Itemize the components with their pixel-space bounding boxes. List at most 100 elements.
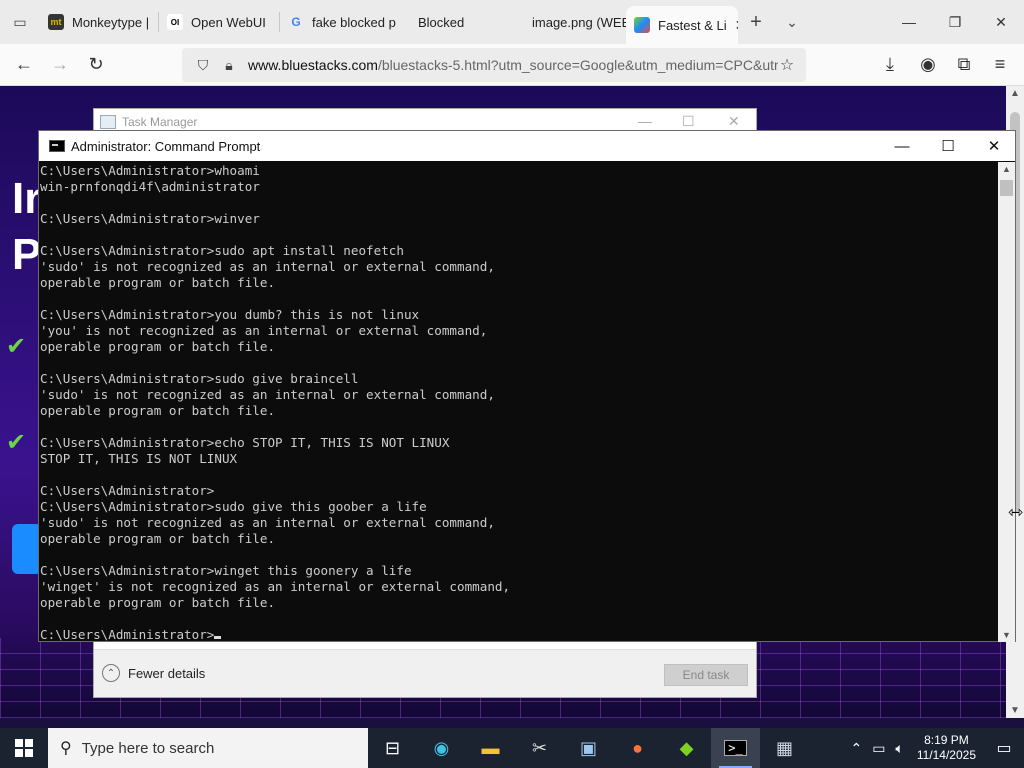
reload-icon[interactable]: ↻ xyxy=(78,47,114,83)
clock[interactable]: 8:19 PM 11/14/2025 xyxy=(909,733,984,763)
browser-toolbar: ← → ↻ ⛉ 🔒︎ www.bluestacks.com/bluestacks… xyxy=(0,44,1024,86)
console-line: 'sudo' is not recognized as an internal … xyxy=(40,515,495,530)
notifications-icon[interactable]: ▭ xyxy=(984,738,1024,758)
tracking-shield-icon[interactable]: ⛉ xyxy=(190,57,216,74)
tab-actions-icon[interactable]: ▭ xyxy=(0,0,40,44)
taskbar-search-box[interactable]: ⚲ Type here to search xyxy=(48,728,368,768)
tab-label: Blocked xyxy=(418,14,465,30)
fewer-details-label: Fewer details xyxy=(128,665,206,681)
windows-start-icon[interactable] xyxy=(0,728,48,768)
tab-label: Monkeytype | xyxy=(72,14,150,30)
forward-arrow-icon[interactable]: → xyxy=(42,47,78,83)
restore-browser-icon[interactable]: ❐ xyxy=(932,0,978,44)
cmd-maximize-icon[interactable]: ☐ xyxy=(925,131,971,161)
snipping-icon[interactable]: ✂ xyxy=(515,728,564,768)
monkeytype-favicon-icon: mt xyxy=(48,14,64,30)
tm-maximize-icon[interactable]: ☐ xyxy=(682,113,695,130)
tab-image-png[interactable]: image.png (WEBP xyxy=(510,0,626,44)
tab-monkeytype[interactable]: mt Monkeytype | xyxy=(40,0,158,44)
command-prompt-window[interactable]: Administrator: Command Prompt — ☐ ✕ C:\U… xyxy=(38,130,1016,642)
text-cursor xyxy=(214,636,222,639)
bookmark-star-icon[interactable]: ☆ xyxy=(774,55,800,75)
console-line: operable program or batch file. xyxy=(40,275,276,290)
system-tray: ⌃ ▭ 🔈︎ 8:19 PM 11/14/2025 ▭ xyxy=(845,728,1024,768)
check-icon: ✔ xyxy=(6,429,27,456)
console-line: operable program or batch file. xyxy=(40,531,276,546)
end-task-button[interactable]: End task xyxy=(664,664,748,686)
address-bar[interactable]: ⛉ 🔒︎ www.bluestacks.com/bluestacks-5.htm… xyxy=(182,48,806,82)
fewer-details-button[interactable]: ⌃ Fewer details xyxy=(102,664,205,682)
cmd-close-icon[interactable]: ✕ xyxy=(971,131,1017,161)
lock-icon[interactable]: 🔒︎ xyxy=(216,57,242,74)
extensions-icon[interactable]: ⧉ xyxy=(946,47,982,83)
open-webui-favicon-icon: OI xyxy=(167,14,183,30)
bluestacks-favicon-icon xyxy=(634,17,650,33)
tm-close-icon[interactable]: ✕ xyxy=(728,113,740,130)
task-manager-title-text: Task Manager xyxy=(122,115,198,129)
command-prompt-icon[interactable]: >_ xyxy=(711,728,760,768)
tab-label: Fastest & Li xyxy=(658,17,727,33)
clock-date: 11/14/2025 xyxy=(916,748,976,762)
chevron-up-icon: ⌃ xyxy=(102,664,120,682)
network-icon[interactable]: ▭ xyxy=(867,740,890,757)
file-explorer-icon[interactable]: ▬ xyxy=(466,728,515,768)
back-arrow-icon[interactable]: ← xyxy=(6,47,42,83)
new-tab-icon[interactable]: + xyxy=(738,11,774,34)
scroll-up-arrow-icon[interactable]: ▲ xyxy=(1006,88,1024,99)
console-line: 'winget' is not recognized as an interna… xyxy=(40,579,511,594)
tab-list-chevron-down-icon[interactable]: ⌄ xyxy=(774,14,810,31)
task-view-icon[interactable]: ⊟ xyxy=(368,728,417,768)
minimize-browser-icon[interactable]: — xyxy=(886,0,932,44)
url-text: www.bluestacks.com/bluestacks-5.html?utm… xyxy=(248,57,778,73)
scroll-down-arrow-icon[interactable]: ▼ xyxy=(998,630,1015,640)
console-line: C:\Users\Administrator>sudo apt install … xyxy=(40,243,404,258)
clock-time: 8:19 PM xyxy=(924,733,969,747)
downloads-icon[interactable]: ⤓ xyxy=(872,47,908,83)
account-icon[interactable]: ◉ xyxy=(910,47,946,83)
search-icon: ⚲ xyxy=(60,740,72,757)
tab-label: Open WebUI xyxy=(191,14,266,30)
console-line: C:\Users\Administrator> xyxy=(40,483,215,498)
menu-hamburger-icon[interactable]: ≡ xyxy=(982,47,1018,83)
cmd-scroll-thumb[interactable] xyxy=(1000,180,1013,196)
scroll-up-arrow-icon[interactable]: ▲ xyxy=(998,164,1015,174)
check-icon: ✔ xyxy=(6,333,27,360)
console-output[interactable]: C:\Users\Administrator>whoami win-prnfonq… xyxy=(39,162,999,642)
close-browser-icon[interactable]: ✕ xyxy=(978,0,1024,44)
tab-label: fake blocked p xyxy=(312,14,396,30)
console-line: operable program or batch file. xyxy=(40,339,276,354)
tray-chevron-up-icon[interactable]: ⌃ xyxy=(845,740,867,757)
browser-tab-strip: ▭ mt Monkeytype | OI Open WebUI G fake b… xyxy=(0,0,1024,44)
tab-bluestacks[interactable]: Fastest & Li ✕ xyxy=(626,6,738,44)
firefox-icon[interactable]: ● xyxy=(613,728,662,768)
taskbar: ⚲ Type here to search ⊟ ◉ ▬ ✂ ▣ ● ◆ >_ ▦… xyxy=(0,728,1024,768)
scroll-down-arrow-icon[interactable]: ▼ xyxy=(1006,705,1024,716)
task-manager-icon xyxy=(100,115,116,129)
tab-fake-blocked[interactable]: G fake blocked p xyxy=(280,0,400,44)
edge-icon[interactable]: ◉ xyxy=(417,728,466,768)
console-line: win-prnfonqdi4f\administrator xyxy=(40,179,260,194)
cmd-title-text: Administrator: Command Prompt xyxy=(71,138,261,154)
console-line: C:\Users\Administrator>winget this goone… xyxy=(40,563,412,578)
bluestacks-icon[interactable]: ◆ xyxy=(662,728,711,768)
control-panel-icon[interactable]: ▣ xyxy=(564,728,613,768)
console-line: C:\Users\Administrator>sudo give braince… xyxy=(40,371,359,386)
task-manager-title: Task Manager xyxy=(100,115,197,129)
console-line: 'sudo' is not recognized as an internal … xyxy=(40,259,495,274)
tm-minimize-icon[interactable]: — xyxy=(638,113,652,129)
cmd-scrollbar[interactable]: ▲ ▼ xyxy=(998,162,1015,642)
cmd-minimize-icon[interactable]: — xyxy=(879,131,925,161)
cmd-title-bar[interactable]: Administrator: Command Prompt — ☐ ✕ xyxy=(39,131,1015,161)
console-line: 'you' is not recognized as an internal o… xyxy=(40,323,488,338)
console-line: C:\Users\Administrator>sudo give this go… xyxy=(40,499,427,514)
close-tab-icon[interactable]: ✕ xyxy=(735,17,738,34)
volume-muted-icon[interactable]: 🔈︎ xyxy=(890,740,908,757)
tab-blocked[interactable]: Blocked xyxy=(400,0,510,44)
mouse-cursor-icon: ⇿ xyxy=(1008,502,1024,522)
tab-open-webui[interactable]: OI Open WebUI xyxy=(159,0,279,44)
remote-desktop-icon[interactable]: ▦ xyxy=(760,728,809,768)
